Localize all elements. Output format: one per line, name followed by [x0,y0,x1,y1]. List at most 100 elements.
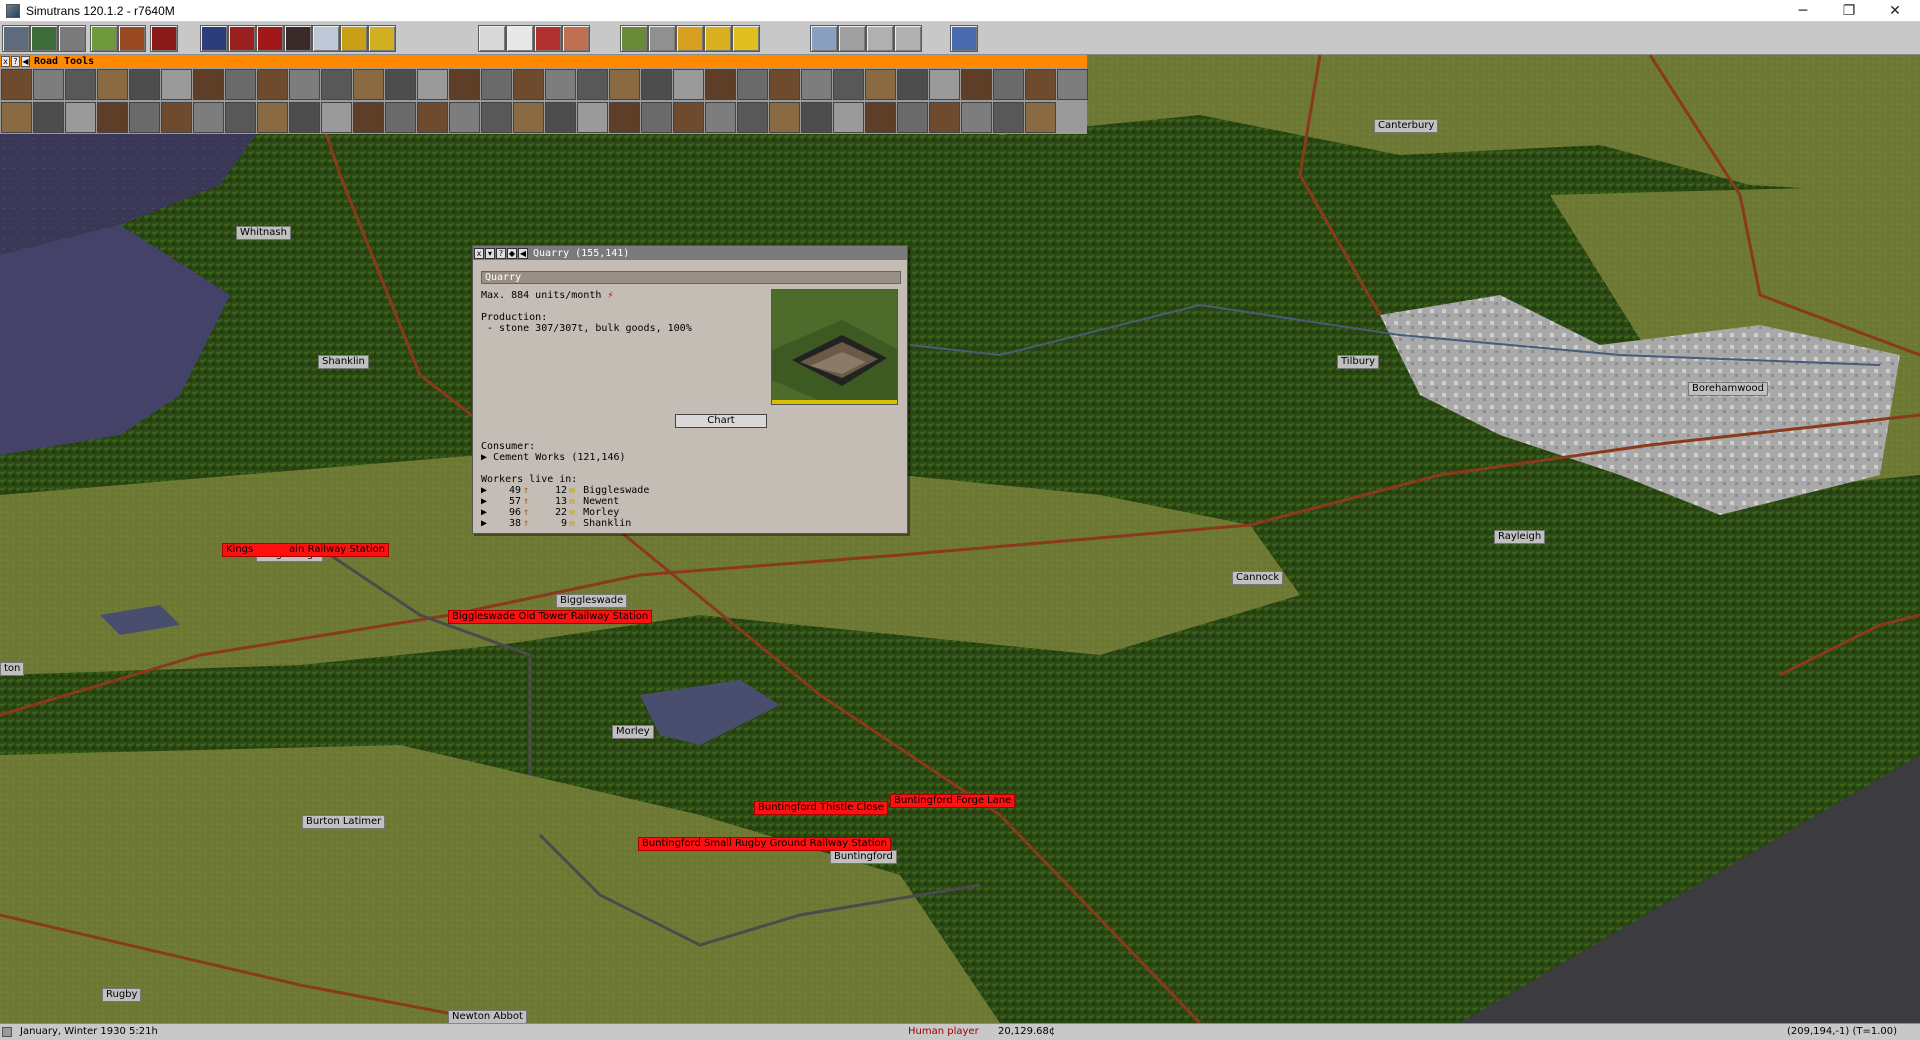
terrain-icon[interactable] [90,25,118,52]
road-tool-icon[interactable] [417,102,448,133]
town-label[interactable]: Shanklin [318,355,369,369]
help-icon[interactable]: ? [11,56,20,67]
road-tools-titlebar[interactable]: x ? ◀ Road Tools [0,55,1087,68]
road-icon[interactable] [118,25,146,52]
road-tool-icon[interactable] [833,102,864,133]
road-tool-icon[interactable] [609,102,640,133]
town-label[interactable]: Whitnash [236,226,291,240]
town-label[interactable]: Newton Abbot [448,1010,527,1023]
list-icon[interactable] [506,25,534,52]
road-tool-icon[interactable] [929,102,960,133]
station-label[interactable]: Buntingford Forge Lane [890,794,1015,808]
road-tool-icon[interactable] [577,69,608,100]
plane-icon[interactable] [312,25,340,52]
query-icon[interactable] [58,25,86,52]
road-tool-icon[interactable] [449,102,480,133]
road-tool-icon[interactable] [161,102,192,133]
zoom-out-icon[interactable] [894,25,922,52]
town-label[interactable]: Burton Latimer [302,815,385,829]
minimize-icon[interactable]: ▾ [485,248,495,259]
close-icon[interactable]: x [474,248,484,259]
road-tool-icon[interactable] [321,69,352,100]
worker-row[interactable]: ▶ 57↑13✉Newent [481,496,619,507]
road-tool-icon[interactable] [257,102,288,133]
maximize-button[interactable]: ❐ [1826,0,1872,22]
arrow-right-icon[interactable]: ▶ [481,496,493,507]
fast-forward-icon[interactable] [704,25,732,52]
quarry-window-titlebar[interactable]: x ▾ ? ◆ ◀ Quarry (155,141) [473,246,907,260]
town-label[interactable]: Borehamwood [1688,382,1768,396]
road-tool-icon[interactable] [545,102,576,133]
station-label[interactable]: Buntingford Small Rugby Ground Railway S… [638,837,891,851]
road-tool-icon[interactable] [1,102,32,133]
road-tool-icon[interactable] [65,102,96,133]
road-tool-icon[interactable] [993,69,1024,100]
close-icon[interactable]: x [1,56,10,67]
road-tool-icon[interactable] [353,102,384,133]
road-tool-icon[interactable] [961,69,992,100]
road-tool-icon[interactable] [769,69,800,100]
road-tool-icon[interactable] [673,69,704,100]
arrow-right-icon[interactable]: ▶ [481,518,493,529]
special-icon[interactable] [368,25,396,52]
worker-row[interactable]: ▶ 38↑9✉Shanklin [481,518,631,529]
road-tool-icon[interactable] [129,102,160,133]
arrow-right-icon[interactable]: ▶ [481,452,487,463]
road-tool-icon[interactable] [225,69,256,100]
road-tool-icon[interactable] [705,102,736,133]
town-label[interactable]: Biggleswade [556,594,627,608]
road-tool-icon[interactable] [193,69,224,100]
road-tool-icon[interactable] [65,69,96,100]
zoom-in-icon[interactable] [866,25,894,52]
road-tool-icon[interactable] [737,69,768,100]
arrow-right-icon[interactable]: ▶ [481,507,493,518]
road-tool-icon[interactable] [1025,69,1056,100]
station-label[interactable]: Kings ain Railway Station [222,543,389,557]
road-tool-icon[interactable] [545,69,576,100]
road-tool-icon[interactable] [897,69,928,100]
town-label[interactable]: Morley [612,725,654,739]
factory-name-field[interactable]: Quarry [481,271,901,284]
road-tool-icon[interactable] [865,69,896,100]
settings-icon[interactable] [620,25,648,52]
station-label[interactable]: Biggleswade Old Tower Railway Station [448,610,652,624]
help-icon[interactable]: ? [496,248,506,259]
worker-row[interactable]: ▶ 49↑12✉Biggleswade [481,485,649,496]
road-tool-icon[interactable] [97,102,128,133]
road-tool-icon[interactable] [513,102,544,133]
road-tool-icon[interactable] [481,69,512,100]
road-tool-icon[interactable] [833,69,864,100]
road-tool-icon[interactable] [225,102,256,133]
road-tool-icon[interactable] [417,69,448,100]
arrow-right-icon[interactable]: ▶ [481,485,493,496]
road-tool-icon[interactable] [609,69,640,100]
town-label[interactable]: Tilbury [1337,355,1379,369]
rail-icon[interactable] [150,25,178,52]
road-tool-icon[interactable] [961,102,992,133]
monorail-icon[interactable] [200,25,228,52]
road-tool-icon[interactable] [705,69,736,100]
road-tool-icon[interactable] [193,102,224,133]
road-tool-icon[interactable] [385,69,416,100]
grid-icon[interactable] [838,25,866,52]
disk-icon[interactable] [2,25,30,52]
ship-icon[interactable] [284,25,312,52]
minimize-button[interactable]: ─ [1780,0,1826,22]
road-tool-icon[interactable] [257,69,288,100]
road-tool-icon[interactable] [33,102,64,133]
road-tool-icon[interactable] [385,102,416,133]
road-tool-icon[interactable] [577,102,608,133]
road-tool-icon[interactable] [641,69,672,100]
station-label[interactable]: Buntingford Thistle Close [754,801,888,815]
network-icon[interactable] [950,25,978,52]
road-tool-icon[interactable] [353,69,384,100]
player-icon[interactable] [562,25,590,52]
road-tool-icon[interactable] [129,69,160,100]
bus-icon[interactable] [256,25,284,52]
town-label[interactable]: Rugby [102,988,141,1002]
consumer-row[interactable]: ▶ Cement Works (121,146) [481,452,626,463]
road-tool-icon[interactable] [673,102,704,133]
finance-icon[interactable] [534,25,562,52]
pin-icon[interactable]: ◀ [21,56,30,67]
crane-icon[interactable] [340,25,368,52]
